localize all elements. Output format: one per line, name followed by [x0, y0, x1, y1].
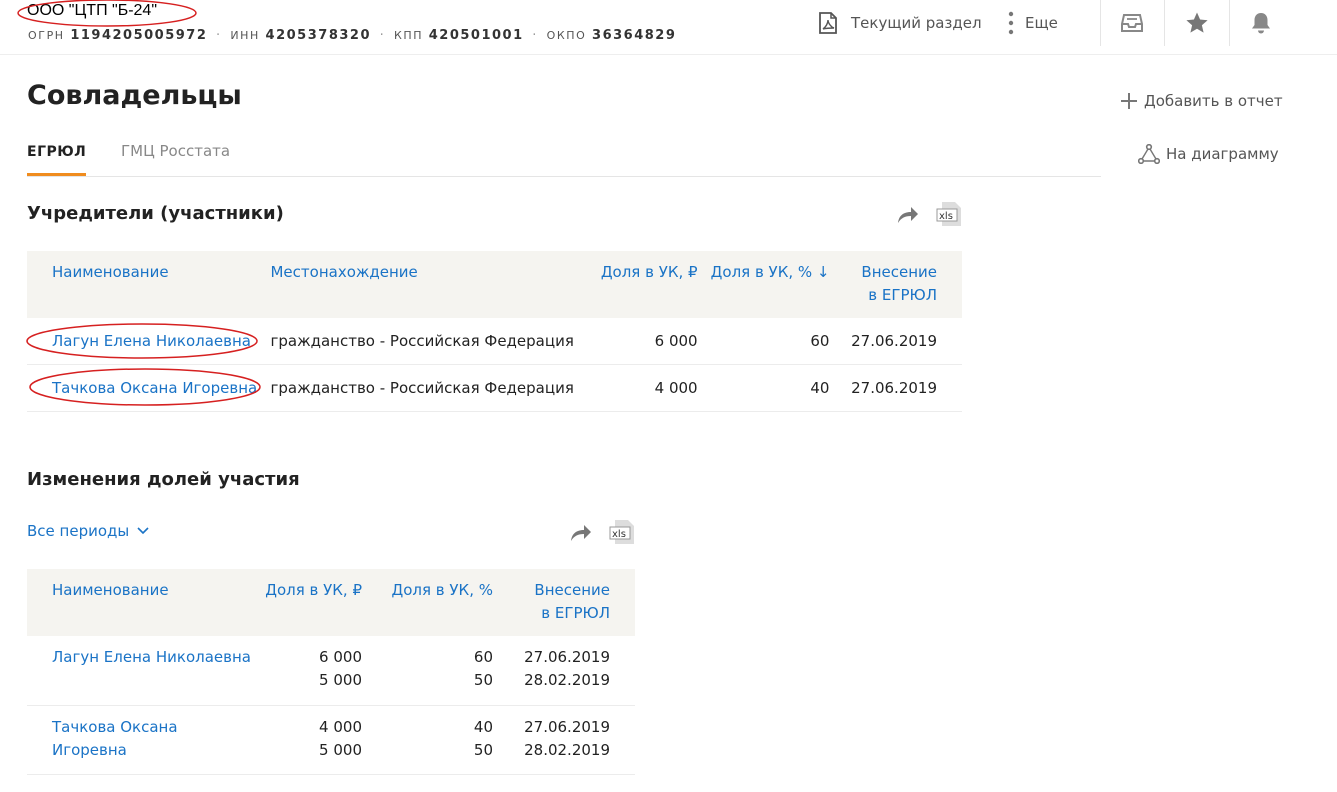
table-header-row: Наименование Доля в УК, ₽ Доля в УК, % В…	[27, 569, 635, 636]
share-pct-value: 50	[473, 740, 493, 759]
xls-export-icon[interactable]: xls	[608, 518, 636, 550]
table-row: Тачкова Оксана Игоревна 4 000 5 000 40 5…	[27, 705, 635, 775]
share-pct-cell: 60 50	[362, 636, 493, 706]
share-pct-value: 50	[473, 671, 493, 689]
col-share-rub[interactable]: Доля в УК, ₽	[252, 569, 362, 636]
annotation-ellipse	[17, 0, 197, 27]
tabs: ЕГРЮЛ ГМЦ Росстата	[27, 140, 1101, 177]
okpo-value: 36364829	[592, 28, 677, 43]
col-name[interactable]: Наименование	[27, 251, 271, 318]
svg-text:xls: xls	[612, 529, 626, 540]
divider	[1100, 0, 1101, 46]
inbox-icon[interactable]	[1119, 10, 1145, 36]
participant-name-link[interactable]: Лагун Елена Николаевна	[27, 636, 252, 706]
founder-name-link[interactable]: Тачкова Оксана Игоревна	[27, 364, 271, 412]
date-value: 28.02.2019	[524, 740, 610, 759]
share-icon[interactable]	[569, 521, 593, 547]
header-divider	[0, 54, 1337, 55]
more-button[interactable]: Еще	[1007, 10, 1058, 36]
period-filter-label: Все периоды	[27, 522, 130, 540]
table-header-row: Наименование Местонахождение Доля в УК, …	[27, 251, 962, 318]
share-changes-table: Наименование Доля в УК, ₽ Доля в УК, % В…	[27, 569, 635, 775]
tab-egrul[interactable]: ЕГРЮЛ	[27, 144, 87, 176]
date-value: 27.06.2019	[524, 648, 610, 666]
table-row: Тачкова Оксана Игоревна гражданство - Ро…	[27, 364, 962, 412]
table-row: Лагун Елена Николаевна гражданство - Рос…	[27, 318, 962, 365]
changes-title: Изменения долей участия	[27, 469, 300, 490]
founder-share-pct: 40	[697, 364, 830, 412]
page-title: Совладельцы	[27, 80, 242, 111]
share-icon[interactable]	[896, 203, 920, 229]
col-share-pct[interactable]: Доля в УК, % ↓	[697, 251, 830, 318]
date-value: 27.06.2019	[524, 717, 610, 736]
ogrn-value: 1194205005972	[70, 28, 208, 43]
share-pct-cell: 40 50	[362, 705, 493, 775]
kebab-icon	[1008, 11, 1014, 35]
founders-table: Наименование Местонахождение Доля в УК, …	[27, 251, 962, 412]
kpp-value: 420501001	[428, 28, 524, 43]
tab-gmc-rosstat[interactable]: ГМЦ Росстата	[121, 142, 230, 173]
inn-value: 4205378320	[265, 28, 372, 43]
col-location[interactable]: Местонахождение	[270, 251, 575, 318]
founder-name-link[interactable]: Лагун Елена Николаевна	[27, 318, 271, 365]
date-cell: 27.06.2019 28.02.2019	[493, 705, 635, 775]
divider	[1229, 0, 1230, 46]
xls-export-icon[interactable]: xls	[935, 200, 963, 232]
share-rub-value: 5 000	[319, 740, 362, 759]
add-to-report-button[interactable]: Добавить в отчет	[1120, 92, 1283, 110]
founder-share-rub: 6 000	[574, 318, 698, 365]
participant-name-link[interactable]: Тачкова Оксана Игоревна	[27, 705, 252, 775]
company-requisites: ОГРН 1194205005972 · ИНН 4205378320 · КП…	[28, 28, 677, 43]
period-filter-dropdown[interactable]: Все периоды	[27, 522, 149, 540]
star-icon[interactable]	[1184, 10, 1210, 36]
share-rub-value: 5 000	[319, 671, 362, 689]
date-value: 28.02.2019	[524, 671, 610, 689]
founders-title: Учредители (участники)	[27, 203, 284, 224]
share-rub-cell: 6 000 5 000	[252, 636, 362, 706]
col-share-pct[interactable]: Доля в УК, %	[362, 569, 493, 636]
share-rub-cell: 4 000 5 000	[252, 705, 362, 775]
chevron-down-icon	[137, 527, 149, 535]
founder-date: 27.06.2019	[829, 318, 962, 365]
more-label: Еще	[1025, 14, 1058, 32]
share-pct-value: 40	[473, 717, 493, 736]
current-section-label: Текущий раздел	[851, 14, 982, 32]
founder-location: гражданство - Российская Федерация	[270, 318, 575, 365]
col-name[interactable]: Наименование	[27, 569, 252, 636]
col-share-rub[interactable]: Доля в УК, ₽	[574, 251, 698, 318]
founder-location: гражданство - Российская Федерация	[270, 364, 575, 412]
pdf-icon	[819, 12, 837, 34]
founder-date: 27.06.2019	[829, 364, 962, 412]
date-cell: 27.06.2019 28.02.2019	[493, 636, 635, 706]
share-pct-value: 60	[473, 648, 493, 666]
svg-text:xls: xls	[939, 211, 953, 222]
diagram-icon	[1138, 144, 1160, 164]
plus-icon	[1121, 93, 1137, 109]
bell-icon[interactable]	[1248, 10, 1274, 36]
founder-share-rub: 4 000	[574, 364, 698, 412]
share-rub-value: 6 000	[319, 648, 362, 666]
divider	[1164, 0, 1165, 46]
table-row: Лагун Елена Николаевна 6 000 5 000 60 50…	[27, 636, 635, 706]
to-diagram-button[interactable]: На диаграмму	[1138, 144, 1279, 164]
col-egrul-date[interactable]: Внесение в ЕГРЮЛ	[493, 569, 635, 636]
col-egrul-date[interactable]: Внесение в ЕГРЮЛ	[829, 251, 962, 318]
founder-share-pct: 60	[697, 318, 830, 365]
share-rub-value: 4 000	[319, 717, 362, 736]
current-section-button[interactable]: Текущий раздел	[815, 10, 982, 36]
